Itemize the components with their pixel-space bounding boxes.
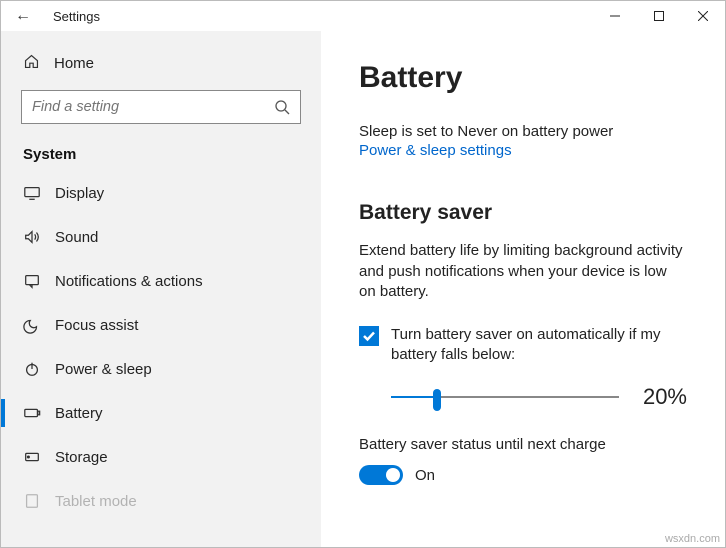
battery-saver-description: Extend battery life by limiting backgrou… (359, 241, 687, 303)
threshold-value: 20% (637, 384, 687, 410)
close-button[interactable] (681, 1, 725, 31)
nav-item-tablet-mode[interactable]: Tablet mode (1, 479, 321, 523)
maximize-button[interactable] (637, 1, 681, 31)
slider-fill (391, 396, 437, 398)
settings-window: ← Settings Home (0, 0, 726, 548)
nav-item-label: Power & sleep (55, 361, 152, 378)
window-title: Settings (45, 9, 100, 24)
nav-item-focus-assist[interactable]: Focus assist (1, 303, 321, 347)
focus-assist-icon (23, 316, 41, 334)
search-box[interactable] (21, 90, 301, 124)
auto-saver-checkbox[interactable] (359, 326, 379, 346)
titlebar: ← Settings (1, 1, 725, 31)
nav-item-display[interactable]: Display (1, 171, 321, 215)
sidebar: Home System Display Sound (1, 31, 321, 547)
storage-icon (23, 448, 41, 466)
search-icon (274, 99, 290, 115)
power-sleep-settings-link[interactable]: Power & sleep settings (359, 142, 687, 159)
minimize-icon (610, 11, 620, 21)
status-toggle-state: On (415, 467, 435, 484)
battery-icon (23, 404, 41, 422)
status-toggle[interactable] (359, 465, 403, 485)
section-label: System (21, 142, 301, 171)
sound-icon (23, 228, 41, 246)
nav-item-battery[interactable]: Battery (1, 391, 321, 435)
search-input[interactable] (32, 99, 274, 115)
auto-saver-row: Turn battery saver on automatically if m… (359, 325, 687, 364)
nav-item-power-sleep[interactable]: Power & sleep (1, 347, 321, 391)
home-icon (23, 53, 40, 74)
page-title: Battery (359, 61, 687, 95)
nav-item-label: Storage (55, 449, 108, 466)
nav-item-label: Notifications & actions (55, 273, 203, 290)
nav-item-label: Tablet mode (55, 493, 137, 510)
back-arrow-icon: ← (15, 7, 31, 24)
nav-list: Display Sound Notifications & actions Fo… (1, 171, 321, 523)
nav-item-sound[interactable]: Sound (1, 215, 321, 259)
nav-item-storage[interactable]: Storage (1, 435, 321, 479)
watermark: wsxdn.com (665, 533, 720, 545)
notifications-icon (23, 272, 41, 290)
home-label: Home (54, 55, 94, 72)
nav-item-label: Sound (55, 229, 98, 246)
status-label: Battery saver status until next charge (359, 436, 687, 453)
nav-item-notifications[interactable]: Notifications & actions (1, 259, 321, 303)
threshold-row: 20% (359, 384, 687, 410)
slider-thumb[interactable] (433, 389, 441, 411)
status-toggle-row: On (359, 465, 687, 485)
nav-item-label: Display (55, 185, 104, 202)
home-button[interactable]: Home (21, 45, 301, 90)
close-icon (698, 11, 708, 21)
battery-saver-heading: Battery saver (359, 201, 687, 225)
maximize-icon (654, 11, 664, 21)
power-icon (23, 360, 41, 378)
toggle-knob (386, 468, 400, 482)
back-button[interactable]: ← (1, 1, 45, 31)
auto-saver-label: Turn battery saver on automatically if m… (391, 325, 687, 364)
sleep-info-text: Sleep is set to Never on battery power (359, 123, 687, 140)
nav-item-label: Battery (55, 405, 103, 422)
minimize-button[interactable] (593, 1, 637, 31)
display-icon (23, 184, 41, 202)
threshold-slider[interactable] (391, 387, 619, 407)
checkmark-icon (362, 330, 376, 342)
content-pane: Battery Sleep is set to Never on battery… (321, 31, 725, 547)
nav-item-label: Focus assist (55, 317, 138, 334)
tablet-icon (23, 492, 41, 510)
